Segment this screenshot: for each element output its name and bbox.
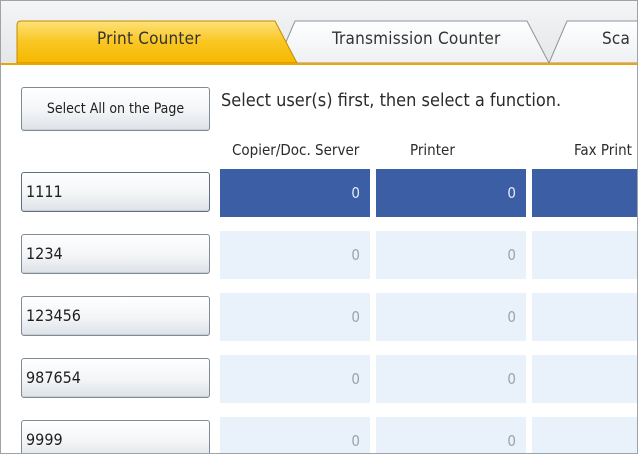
user-button[interactable]: 9999	[21, 420, 210, 453]
copier-count-cell[interactable]: 0	[220, 231, 370, 279]
tab-transmission-counter-label: Transmission Counter	[332, 29, 501, 49]
fax-print-count-cell[interactable]	[532, 169, 637, 217]
tab-bar: Print Counter Transmission Counter Sca	[1, 1, 637, 65]
user-row[interactable]: 123456 0 0	[1, 293, 637, 341]
fax-print-count-cell[interactable]	[532, 417, 637, 453]
user-button[interactable]: 987654	[21, 358, 210, 398]
counter-screen: Print Counter Transmission Counter Sca S…	[0, 0, 638, 454]
fax-print-count-cell[interactable]	[532, 293, 637, 341]
instruction-text: Select user(s) first, then select a func…	[221, 90, 562, 111]
user-row[interactable]: 987654 0 0	[1, 355, 637, 403]
printer-count-cell[interactable]: 0	[376, 293, 526, 341]
user-button[interactable]: 1234	[21, 234, 210, 274]
printer-count-cell[interactable]: 0	[376, 417, 526, 453]
fax-print-count-cell[interactable]	[532, 231, 637, 279]
user-row[interactable]: 1234 0 0	[1, 231, 637, 279]
tab-print-counter-label: Print Counter	[97, 29, 201, 49]
copier-count-cell[interactable]: 0	[220, 417, 370, 453]
printer-count-cell[interactable]: 0	[376, 355, 526, 403]
user-row[interactable]: 9999 0 0	[1, 417, 637, 453]
user-button[interactable]: 1111	[21, 172, 210, 212]
column-header-printer: Printer	[410, 141, 455, 159]
column-header-copier: Copier/Doc. Server	[232, 141, 360, 159]
copier-count-cell[interactable]: 0	[220, 355, 370, 403]
copier-count-cell[interactable]: 0	[220, 169, 370, 217]
printer-count-cell[interactable]: 0	[376, 169, 526, 217]
printer-count-cell[interactable]: 0	[376, 231, 526, 279]
fax-print-count-cell[interactable]	[532, 355, 637, 403]
select-all-button[interactable]: Select All on the Page	[21, 87, 210, 131]
user-row[interactable]: 1111 0 0	[1, 169, 637, 217]
tab-sca-label: Sca	[602, 29, 631, 49]
user-button[interactable]: 123456	[21, 296, 210, 336]
column-header-fax-print: Fax Print	[574, 141, 632, 159]
copier-count-cell[interactable]: 0	[220, 293, 370, 341]
